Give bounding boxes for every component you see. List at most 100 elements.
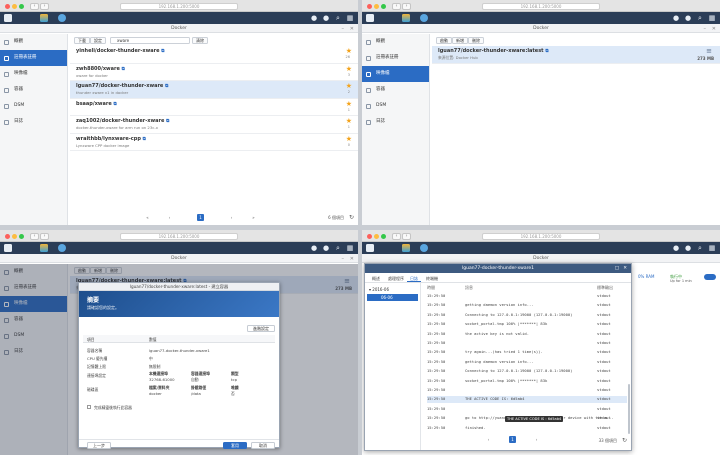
sidebar-item-overview[interactable]: 概觀 [362, 34, 429, 50]
widgets-icon[interactable]: ▦ [708, 14, 716, 22]
close-icon[interactable]: ✕ [350, 26, 354, 32]
forward-button[interactable]: › [402, 232, 411, 240]
docker-icon[interactable] [58, 14, 66, 22]
user-icon[interactable]: ● [322, 244, 330, 252]
widgets-icon[interactable]: ▦ [708, 244, 716, 252]
docker-icon[interactable] [58, 244, 66, 252]
star-icon[interactable]: ★ [346, 47, 352, 55]
tab-terminal[interactable]: 終端機 [423, 275, 441, 282]
advanced-settings-button[interactable]: 進階設定 [247, 325, 275, 332]
back-step-button[interactable]: 上一步 [87, 442, 111, 449]
current-page[interactable]: 1 [197, 214, 204, 221]
settings-button[interactable]: 設定 [90, 37, 106, 44]
download-button[interactable]: 下載 [74, 37, 90, 44]
main-menu-icon[interactable] [366, 14, 374, 22]
log-row[interactable]: 15:29:50 stdout [427, 340, 627, 347]
apply-button[interactable]: 套用 [223, 442, 247, 449]
sidebar-item-container[interactable]: 容器 [0, 82, 67, 98]
repo-row[interactable]: lguan77/docker-thunder-xware ⧉ thunder xw… [70, 81, 358, 99]
maximize-icon[interactable]: □ [615, 264, 619, 273]
delete-button[interactable]: 刪除 [468, 37, 484, 44]
external-link-icon[interactable]: ⧉ [545, 49, 548, 54]
search-icon[interactable]: ⌕ [334, 14, 342, 22]
refresh-icon[interactable]: ↻ [622, 437, 627, 444]
external-link-icon[interactable]: ⧉ [114, 102, 117, 107]
close-window-dot[interactable] [5, 233, 10, 239]
chat-icon[interactable]: ● [672, 244, 680, 252]
forward-button[interactable]: › [40, 2, 49, 10]
log-row[interactable]: 15:29:50 getting daemon version info... st… [427, 302, 627, 309]
user-icon[interactable]: ● [684, 244, 692, 252]
tab-log[interactable]: 日誌 [407, 275, 421, 282]
star-icon[interactable]: ★ [346, 82, 352, 90]
package-center-icon[interactable] [40, 14, 48, 22]
chat-icon[interactable]: ● [310, 14, 318, 22]
tab-process[interactable]: 處理程序 [385, 275, 407, 282]
package-center-icon[interactable] [40, 244, 48, 252]
star-icon[interactable]: ★ [346, 117, 352, 125]
date-item[interactable]: 06-06 [367, 294, 418, 301]
last-page-button[interactable]: » [250, 214, 257, 221]
package-center-icon[interactable] [402, 14, 410, 22]
minimize-icon[interactable]: – [342, 26, 345, 32]
search-icon[interactable]: ⌕ [696, 244, 704, 252]
docker-icon[interactable] [420, 14, 428, 22]
external-link-icon[interactable]: ⧉ [165, 84, 168, 89]
search-icon[interactable]: ⌕ [334, 244, 342, 252]
close-window-dot[interactable] [367, 233, 372, 239]
close-window-dot[interactable] [367, 3, 372, 9]
log-row[interactable]: 15:29:50 Connecting to 127.0.0.1:19000 (1… [427, 312, 627, 319]
sidebar-item-container[interactable]: 容器 [362, 82, 429, 98]
back-button[interactable]: ‹ [30, 2, 39, 10]
sidebar-item-dsm[interactable]: DSM [362, 98, 429, 114]
search-icon[interactable]: ⌕ [696, 14, 704, 22]
zoom-window-dot[interactable] [381, 233, 386, 239]
log-row[interactable]: 15:29:50 getting daemon version info... st… [427, 359, 627, 366]
minimize-window-dot[interactable] [12, 3, 17, 9]
log-next-button[interactable]: › [533, 436, 540, 443]
log-row[interactable]: 15:29:50 stdout [427, 387, 627, 394]
zoom-window-dot[interactable] [19, 233, 24, 239]
sidebar-item-log[interactable]: 日誌 [0, 114, 67, 130]
minimize-window-dot[interactable] [12, 233, 17, 239]
log-row[interactable]: 15:29:50 the active key is not valid. stdo… [427, 331, 627, 338]
user-icon[interactable]: ● [684, 14, 692, 22]
external-link-icon[interactable]: ⧉ [122, 67, 125, 72]
log-row[interactable]: 15:29:50 try again...(has tried 1 time(s)… [427, 349, 627, 356]
back-button[interactable]: ‹ [392, 232, 401, 240]
prev-page-button[interactable]: ‹ [166, 214, 173, 221]
repo-row[interactable]: bsaap/xware ⧉ ★ 1 [70, 99, 358, 116]
run-after-checkbox[interactable] [87, 405, 91, 409]
log-row[interactable]: 15:29:50 socket_portal.tmp 100% |*******|… [427, 321, 627, 328]
close-icon[interactable]: ✕ [350, 256, 354, 262]
close-icon[interactable]: ✕ [712, 26, 716, 32]
repo-row[interactable]: yinheli/docker-thunder-xware ⧉ ★ 26 [70, 46, 358, 64]
add-button[interactable]: 新增 [452, 37, 468, 44]
running-toggle[interactable] [704, 274, 716, 280]
widgets-icon[interactable]: ▦ [346, 14, 354, 22]
sidebar-item-dsm[interactable]: DSM [0, 98, 67, 114]
log-row[interactable]: 15:29:50 socket_portal.tmp 100% |*******|… [427, 378, 627, 385]
minimize-window-dot[interactable] [374, 3, 379, 9]
launch-button[interactable]: 啟動 [436, 37, 452, 44]
log-row[interactable]: 15:29:50 stdout [427, 406, 627, 413]
address-bar[interactable]: 192.168.1.200:5000 [482, 2, 600, 10]
minimize-icon[interactable]: – [342, 256, 345, 262]
tab-overview[interactable]: 概述 [369, 275, 383, 282]
main-menu-icon[interactable] [366, 244, 374, 252]
date-group[interactable]: ▾ 2016-06 [365, 283, 420, 294]
sidebar-item-image[interactable]: 映像檔 [362, 66, 429, 82]
external-link-icon[interactable]: ⧉ [166, 119, 169, 124]
refresh-icon[interactable]: ↻ [349, 214, 354, 221]
address-bar[interactable]: 192.168.1.200:5000 [120, 232, 238, 240]
sidebar-item-image[interactable]: 映像檔 [0, 66, 67, 82]
external-link-icon[interactable]: ⧉ [161, 49, 164, 54]
zoom-window-dot[interactable] [381, 3, 386, 9]
sidebar-item-registry[interactable]: 註冊表註冊 [0, 50, 67, 66]
widgets-icon[interactable]: ▦ [346, 244, 354, 252]
back-button[interactable]: ‹ [392, 2, 401, 10]
sidebar-item-overview[interactable]: 概觀 [0, 34, 67, 50]
log-row[interactable]: 15:29:50 finished. stdout [427, 425, 627, 432]
star-icon[interactable]: ★ [346, 65, 352, 73]
log-current-page[interactable]: 1 [509, 436, 516, 443]
